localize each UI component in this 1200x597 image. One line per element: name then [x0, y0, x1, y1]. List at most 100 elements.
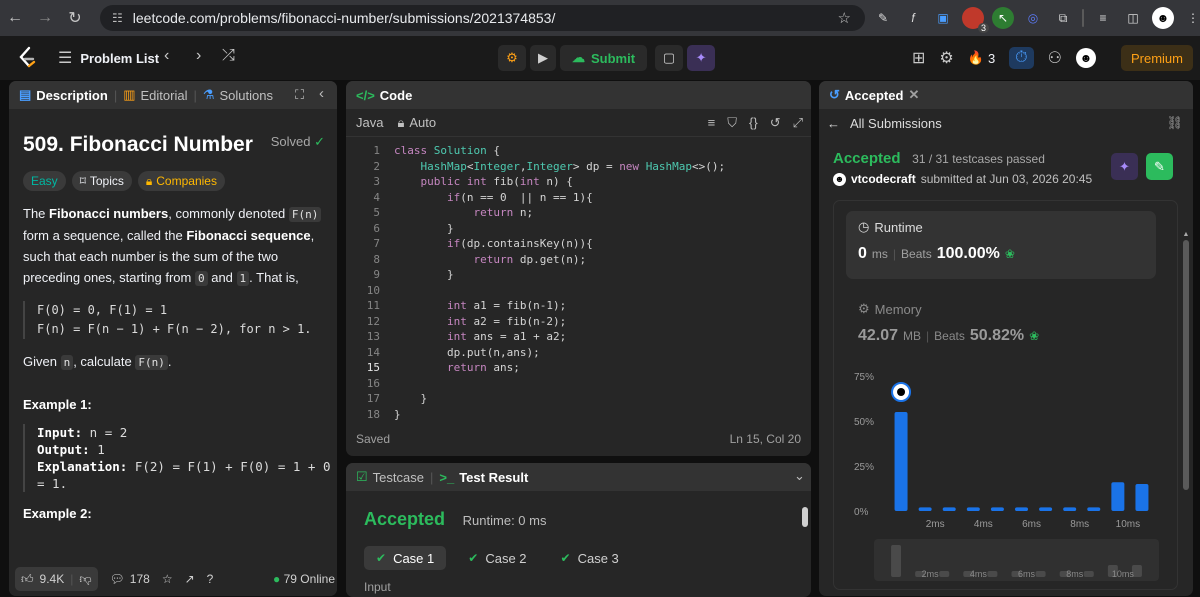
expand-icon[interactable]: ⛶ [295, 87, 304, 103]
reset-icon[interactable]: ↺ [770, 115, 781, 131]
notes-icon[interactable]: ▢ [655, 45, 684, 71]
username[interactable]: vtcodecraft [851, 172, 916, 186]
share-icon[interactable]: ↗ [185, 572, 195, 586]
distribution-bar[interactable] [1135, 484, 1149, 511]
tab-accepted[interactable]: ↺ Accepted ✕ [829, 87, 919, 103]
favorite-star-icon[interactable]: ☆ [162, 572, 173, 586]
distribution-bar[interactable] [1111, 482, 1125, 511]
menu-dots-icon[interactable]: ⋮ [1182, 7, 1200, 29]
scrollbar[interactable]: ▲ [1182, 231, 1190, 571]
distribution-bar[interactable] [1063, 507, 1077, 511]
companies-tag[interactable]: 🔒︎ Companies [137, 171, 225, 191]
code-line[interactable]: 8 return dp.get(n); [346, 252, 811, 268]
help-icon[interactable]: ? [207, 572, 214, 586]
run-icon[interactable]: ▶ [530, 45, 556, 71]
leetcode-logo-icon[interactable] [16, 46, 38, 70]
auto-mode[interactable]: 🔒︎ Auto [397, 115, 436, 131]
add-friend-icon[interactable]: ⚇ [1048, 48, 1062, 68]
eyedropper-icon[interactable]: ✎ [872, 7, 894, 29]
scroll-up-icon[interactable]: ▲ [1182, 231, 1190, 238]
all-submissions-link[interactable]: ← All Submissions ⛓ [819, 109, 1193, 137]
distribution-bar[interactable] [1087, 507, 1101, 511]
distribution-bar[interactable] [894, 412, 908, 511]
memory-stat[interactable]: ⚙ Memory 42.07 MB | Beats 50.82% ❀ [858, 301, 1039, 345]
next-problem-icon[interactable]: › [196, 47, 201, 65]
code-line[interactable]: 12 int a2 = fib(n-2); [346, 314, 811, 330]
code-area[interactable]: 1 class Solution {2 HashMap<Integer,Integ… [346, 143, 811, 423]
code-line[interactable]: 5 return n; [346, 205, 811, 221]
code-line[interactable]: 14 dp.put(n,ans); [346, 345, 811, 361]
site-info-icon[interactable]: ☷ [112, 11, 123, 25]
shuffle-icon[interactable]: ⤮ [222, 47, 235, 65]
code-line[interactable]: 16 [346, 376, 811, 392]
case-2-tab[interactable]: ✔ Case 2 [456, 546, 538, 570]
code-line[interactable]: 15 return ans; [346, 360, 811, 376]
fullscreen-icon[interactable]: ⤢ [793, 115, 803, 131]
close-icon[interactable]: ✕ [908, 87, 919, 103]
runtime-distribution-chart[interactable]: 75% 50% 25% 0% 2ms 4ms 6ms 8ms 10ms [834, 366, 1179, 536]
code-line[interactable]: 3 public int fib(int n) { [346, 174, 811, 190]
problem-list-button[interactable]: ☰ Problem List [58, 48, 159, 68]
collapse-icon[interactable]: ⌄ [794, 468, 805, 484]
code-line[interactable]: 7 if(dp.containsKey(n)){ [346, 236, 811, 252]
runtime-stat[interactable]: ◷ Runtime 0 ms | Beats 100.00% ❀ [846, 211, 1156, 279]
link-icon[interactable]: ⛓ [1166, 115, 1183, 131]
code-line[interactable]: 1 class Solution { [346, 143, 811, 159]
code-line[interactable]: 13 int ans = a1 + a2; [346, 329, 811, 345]
distribution-bar[interactable] [918, 507, 932, 511]
distribution-bar[interactable] [942, 507, 956, 511]
forward-arrow-icon[interactable]: → [30, 3, 60, 33]
tab-editorial[interactable]: ▥ Editorial [123, 87, 187, 103]
reading-list-icon[interactable]: ≡ [1092, 7, 1114, 29]
code-line[interactable]: 17 } [346, 391, 811, 407]
puzzle-icon[interactable]: ⧉ [1052, 7, 1074, 29]
address-bar[interactable]: ☷ leetcode.com/problems/fibonacci-number… [100, 5, 865, 31]
ai-sparkle-icon[interactable]: ✦ [687, 45, 716, 71]
layout-icon[interactable]: ⊞ [912, 48, 925, 68]
scroll-thumb[interactable] [1183, 240, 1189, 490]
code-line[interactable]: 2 HashMap<Integer,Integer> dp = new Hash… [346, 159, 811, 175]
format-icon[interactable]: ≡ [708, 115, 716, 131]
tab-test-result[interactable]: >_ Test Result [439, 470, 528, 485]
distribution-bar[interactable] [966, 507, 980, 511]
code-line[interactable]: 18} [346, 407, 811, 423]
tab-solutions[interactable]: ⚗ Solutions [203, 87, 273, 103]
code-line[interactable]: 10 [346, 283, 811, 299]
distribution-overview-slider[interactable]: 2ms 4ms 6ms 8ms 10ms [874, 539, 1159, 581]
language-select[interactable]: Java [356, 115, 383, 130]
bookmark-star-icon[interactable]: ☆ [838, 9, 851, 27]
debug-icon[interactable]: ⚙ [498, 45, 526, 71]
premium-button[interactable]: Premium [1121, 45, 1193, 71]
user-avatar[interactable]: ☻ [1076, 48, 1096, 68]
scrollbar[interactable] [802, 507, 808, 527]
back-arrow-icon[interactable]: ← [0, 3, 30, 33]
tab-description[interactable]: ▤ Description [19, 87, 108, 103]
function-icon[interactable]: f [902, 7, 924, 29]
prev-problem-icon[interactable]: ‹ [164, 47, 169, 65]
red-extension-icon[interactable]: 3 [962, 7, 989, 33]
collapse-left-icon[interactable]: ‹ [319, 85, 324, 102]
reload-icon[interactable]: ↻ [60, 3, 90, 33]
comments-button[interactable]: 💬︎ 178 [110, 572, 150, 586]
green-cursor-icon[interactable]: ↖ [992, 7, 1014, 29]
submit-button[interactable]: ☁ Submit [560, 45, 648, 71]
write-solution-icon[interactable]: ✎ [1146, 153, 1173, 180]
code-line[interactable]: 11 int a1 = fib(n-1); [346, 298, 811, 314]
code-line[interactable]: 9 } [346, 267, 811, 283]
distribution-bar[interactable] [990, 507, 1004, 511]
timer-icon[interactable]: ⏱ [1009, 47, 1034, 69]
blue-circle-icon[interactable]: ◎ [1022, 7, 1044, 29]
screen-capture-icon[interactable]: ▣ [932, 7, 954, 29]
settings-gear-icon[interactable]: ⚙ [939, 48, 953, 68]
topics-tag[interactable]: ⌑ Topics [71, 171, 132, 191]
sidepanel-icon[interactable]: ◫ [1122, 7, 1144, 29]
distribution-bar[interactable] [1015, 507, 1028, 511]
tab-testcase[interactable]: ☑ Testcase [356, 469, 424, 485]
tab-code[interactable]: </> Code [356, 88, 412, 103]
code-line[interactable]: 6 } [346, 221, 811, 237]
like-button[interactable]: 👍︎ 9.4K | 👎︎ [15, 567, 98, 591]
case-1-tab[interactable]: ✔ Case 1 [364, 546, 447, 570]
bookmark-icon[interactable]: ⛉ [727, 115, 737, 131]
ai-analyze-icon[interactable]: ✦ [1111, 153, 1138, 180]
streak-counter[interactable]: 🔥 3 [968, 50, 995, 66]
